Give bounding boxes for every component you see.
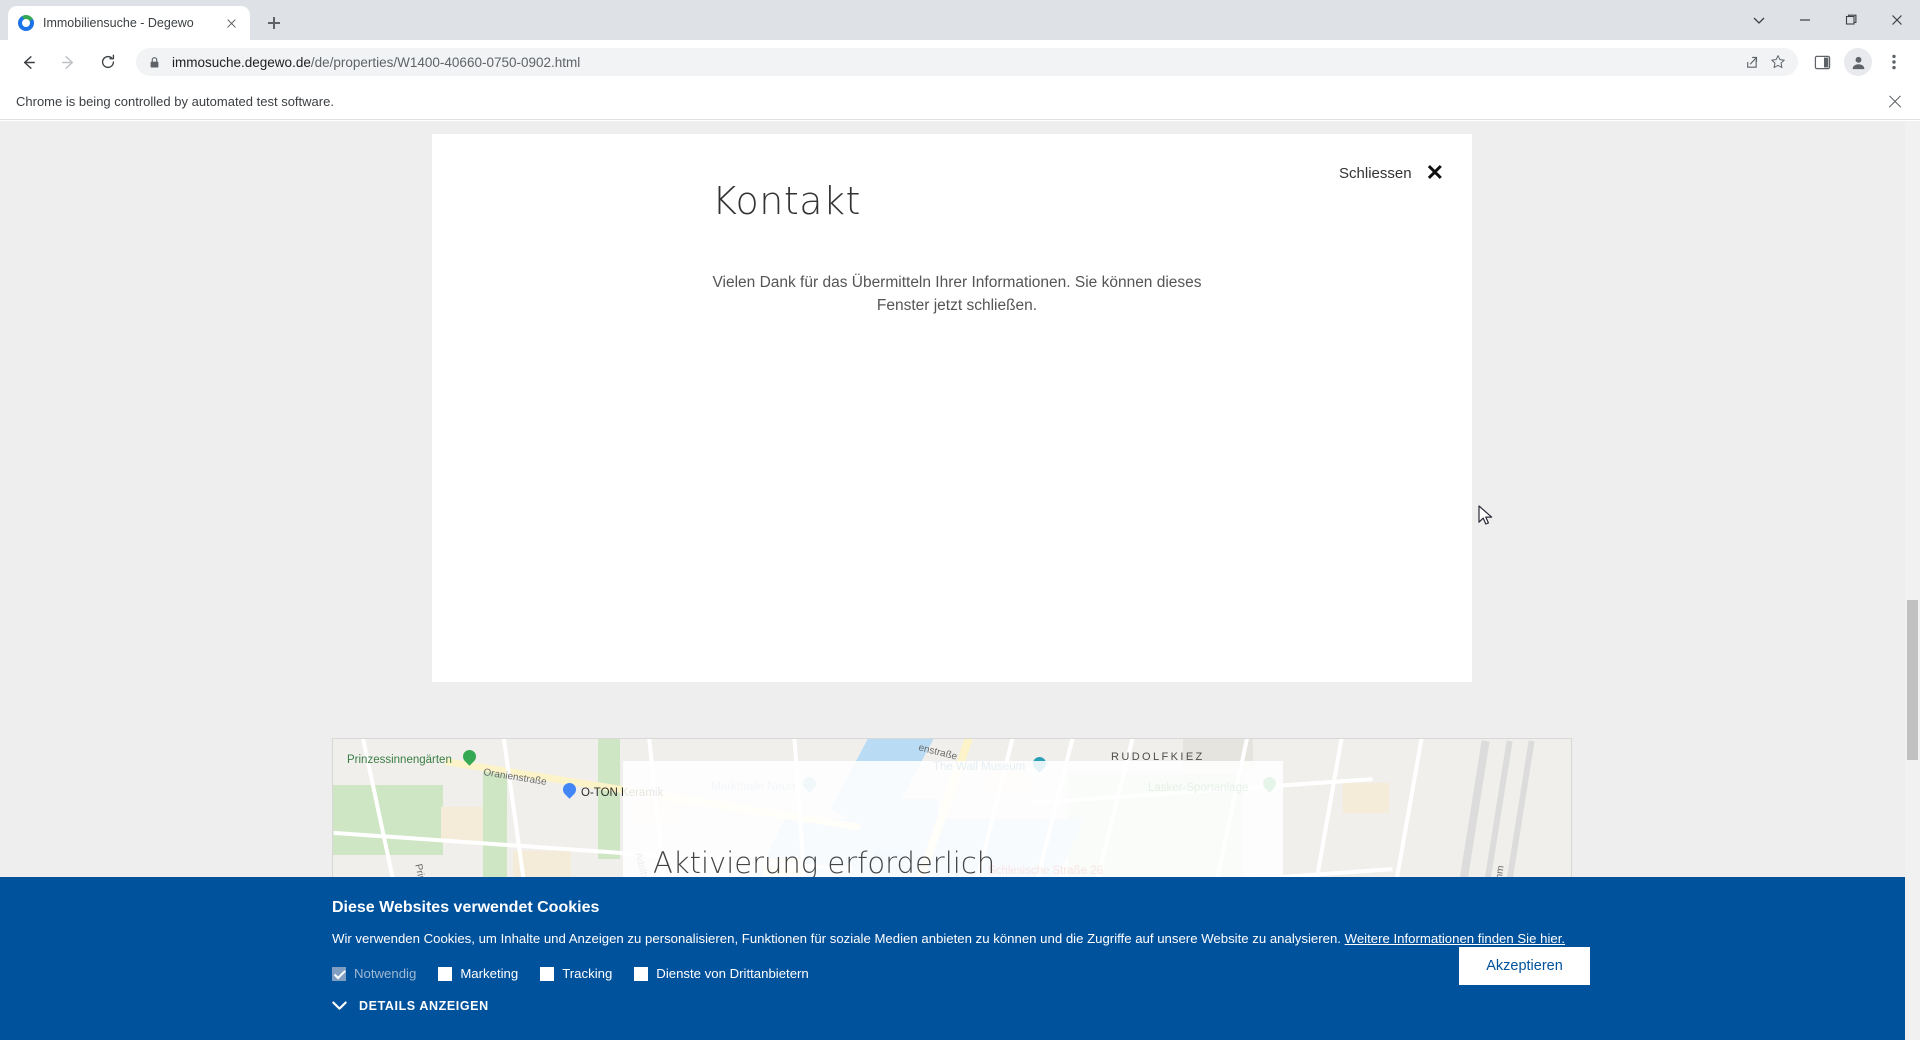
- map-label: enstraße: [917, 742, 959, 763]
- browser-toolbar: immosuche.degewo.de/de/properties/W1400-…: [0, 40, 1920, 84]
- map-pin-icon[interactable]: [463, 750, 476, 769]
- url-host: immosuche.degewo.de: [172, 54, 311, 70]
- checkbox-dienste-von-drittanbietern[interactable]: [634, 966, 649, 981]
- cookie-option-notwendig[interactable]: Notwendig: [332, 966, 416, 981]
- mouse-cursor: [1478, 505, 1493, 532]
- omnibox-actions: [1734, 50, 1790, 74]
- modal-close-button[interactable]: Schliessen ✕: [1339, 162, 1444, 184]
- address-bar[interactable]: immosuche.degewo.de/de/properties/W1400-…: [136, 48, 1798, 76]
- window-controls: [1736, 0, 1920, 40]
- details-anzeigen-label: DETAILS ANZEIGEN: [359, 999, 489, 1013]
- side-panel-icon[interactable]: [1807, 47, 1837, 77]
- map-pin-icon[interactable]: [563, 783, 576, 802]
- browser-tab[interactable]: Immobiliensuche - Degewo: [8, 6, 250, 40]
- maximize-icon[interactable]: [1828, 4, 1874, 36]
- checkbox-marketing[interactable]: [438, 966, 453, 981]
- cookie-option-label: Marketing: [460, 966, 519, 981]
- close-icon: ✕: [1425, 160, 1444, 185]
- accept-cookies-button[interactable]: Akzeptieren: [1459, 947, 1590, 985]
- url-text: immosuche.degewo.de/de/properties/W1400-…: [172, 55, 580, 70]
- close-infobar-icon[interactable]: [1884, 91, 1906, 113]
- page-viewport: Schliessen ✕ Kontakt Vielen Dank für das…: [0, 121, 1920, 1040]
- cookie-options: Notwendig Marketing Tracking Dienste von…: [332, 966, 1590, 981]
- confirmation-message: Vielen Dank für das Übermitteln Ihrer In…: [712, 274, 1202, 315]
- automation-infobar: Chrome is being controlled by automated …: [0, 84, 1920, 120]
- minimize-icon[interactable]: [1782, 4, 1828, 36]
- star-icon[interactable]: [1766, 50, 1790, 74]
- url-path: /de/properties/W1400-40660-0750-0902.htm…: [310, 54, 581, 70]
- cookie-option-dienste-von-drittanbietern[interactable]: Dienste von Drittanbietern: [634, 966, 809, 981]
- profile-avatar-icon[interactable]: [1844, 48, 1872, 76]
- close-window-icon[interactable]: [1874, 4, 1920, 36]
- browser-window: Immobiliensuche - Degewo immosuche.degew…: [0, 0, 1920, 1040]
- back-icon[interactable]: [13, 47, 43, 77]
- new-tab-button[interactable]: [260, 9, 288, 37]
- page-title: Kontakt: [712, 179, 861, 223]
- degewo-logo-icon: [18, 15, 34, 31]
- cookie-option-label: Notwendig: [354, 966, 417, 981]
- cookie-banner-description: Wir verwenden Cookies, um Inhalte und An…: [332, 931, 1345, 946]
- map-activation-title: Aktivierung erforderlich: [653, 846, 996, 880]
- cookie-banner: Diese Websites verwendet Cookies Wir ver…: [0, 877, 1920, 1040]
- reload-icon[interactable]: [93, 47, 123, 77]
- checkbox-notwendig[interactable]: [332, 966, 346, 981]
- cookie-banner-text: Wir verwenden Cookies, um Inhalte und An…: [332, 931, 1590, 946]
- scrollbar-thumb[interactable]: [1907, 600, 1918, 760]
- tab-strip: Immobiliensuche - Degewo: [0, 0, 1920, 40]
- map-label: Prinzessinnengärten: [347, 754, 452, 766]
- cookie-more-info-link[interactable]: Weitere Informationen finden Sie hier.: [1345, 931, 1565, 946]
- automation-message: Chrome is being controlled by automated …: [16, 94, 334, 109]
- cookie-banner-title: Diese Websites verwendet Cookies: [332, 899, 600, 916]
- cookie-option-tracking[interactable]: Tracking: [540, 966, 612, 981]
- cookie-option-label: Tracking: [562, 966, 613, 981]
- kontakt-modal: Schliessen ✕ Kontakt Vielen Dank für das…: [432, 134, 1472, 682]
- page-scrollbar[interactable]: [1905, 121, 1920, 1040]
- share-icon[interactable]: [1738, 50, 1762, 74]
- cookie-option-marketing[interactable]: Marketing: [438, 966, 518, 981]
- chevron-down-icon: [332, 1001, 347, 1011]
- tab-search-icon[interactable]: [1736, 4, 1782, 36]
- close-tab-icon[interactable]: [222, 14, 240, 32]
- chrome-menu-icon[interactable]: [1879, 47, 1909, 77]
- checkbox-tracking[interactable]: [540, 966, 555, 981]
- forward-icon[interactable]: [53, 47, 83, 77]
- lock-icon: [150, 56, 159, 68]
- details-anzeigen-toggle[interactable]: DETAILS ANZEIGEN: [332, 999, 1590, 1013]
- tab-title: Immobiliensuche - Degewo: [43, 16, 194, 30]
- modal-close-label: Schliessen: [1339, 164, 1412, 182]
- cookie-option-label: Dienste von Drittanbietern: [656, 966, 809, 981]
